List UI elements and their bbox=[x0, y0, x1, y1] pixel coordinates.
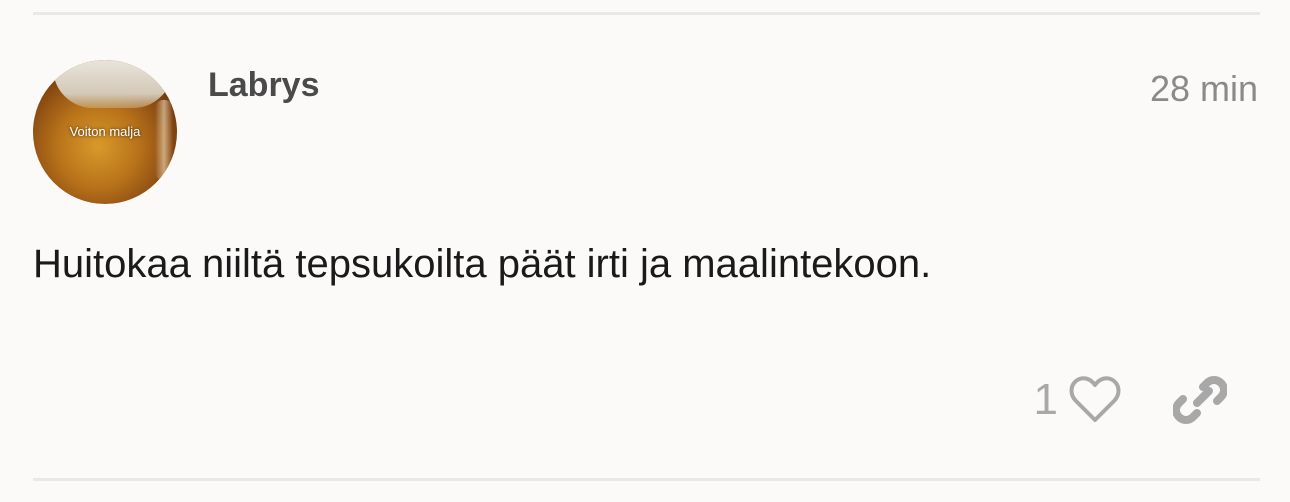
post-actions: 1 bbox=[1034, 368, 1228, 432]
bottom-divider bbox=[33, 478, 1260, 481]
avatar-glass-handle bbox=[155, 100, 173, 180]
post-body: Huitokaa niiltä tepsukoilta päät irti ja… bbox=[33, 242, 932, 286]
heart-icon bbox=[1069, 376, 1121, 422]
avatar[interactable]: Voiton malja bbox=[33, 60, 177, 204]
like-count[interactable]: 1 bbox=[1034, 375, 1058, 425]
post-timestamp[interactable]: 28 min bbox=[1150, 68, 1258, 110]
avatar-caption: Voiton malja bbox=[69, 124, 141, 139]
top-divider bbox=[33, 12, 1260, 15]
link-icon bbox=[1173, 376, 1227, 424]
avatar-foam bbox=[53, 60, 173, 108]
like-button[interactable] bbox=[1068, 373, 1122, 427]
share-link-button[interactable] bbox=[1172, 372, 1228, 428]
post: Voiton malja Labrys 28 min Huitokaa niil… bbox=[0, 0, 1290, 502]
author-name[interactable]: Labrys bbox=[208, 66, 320, 105]
